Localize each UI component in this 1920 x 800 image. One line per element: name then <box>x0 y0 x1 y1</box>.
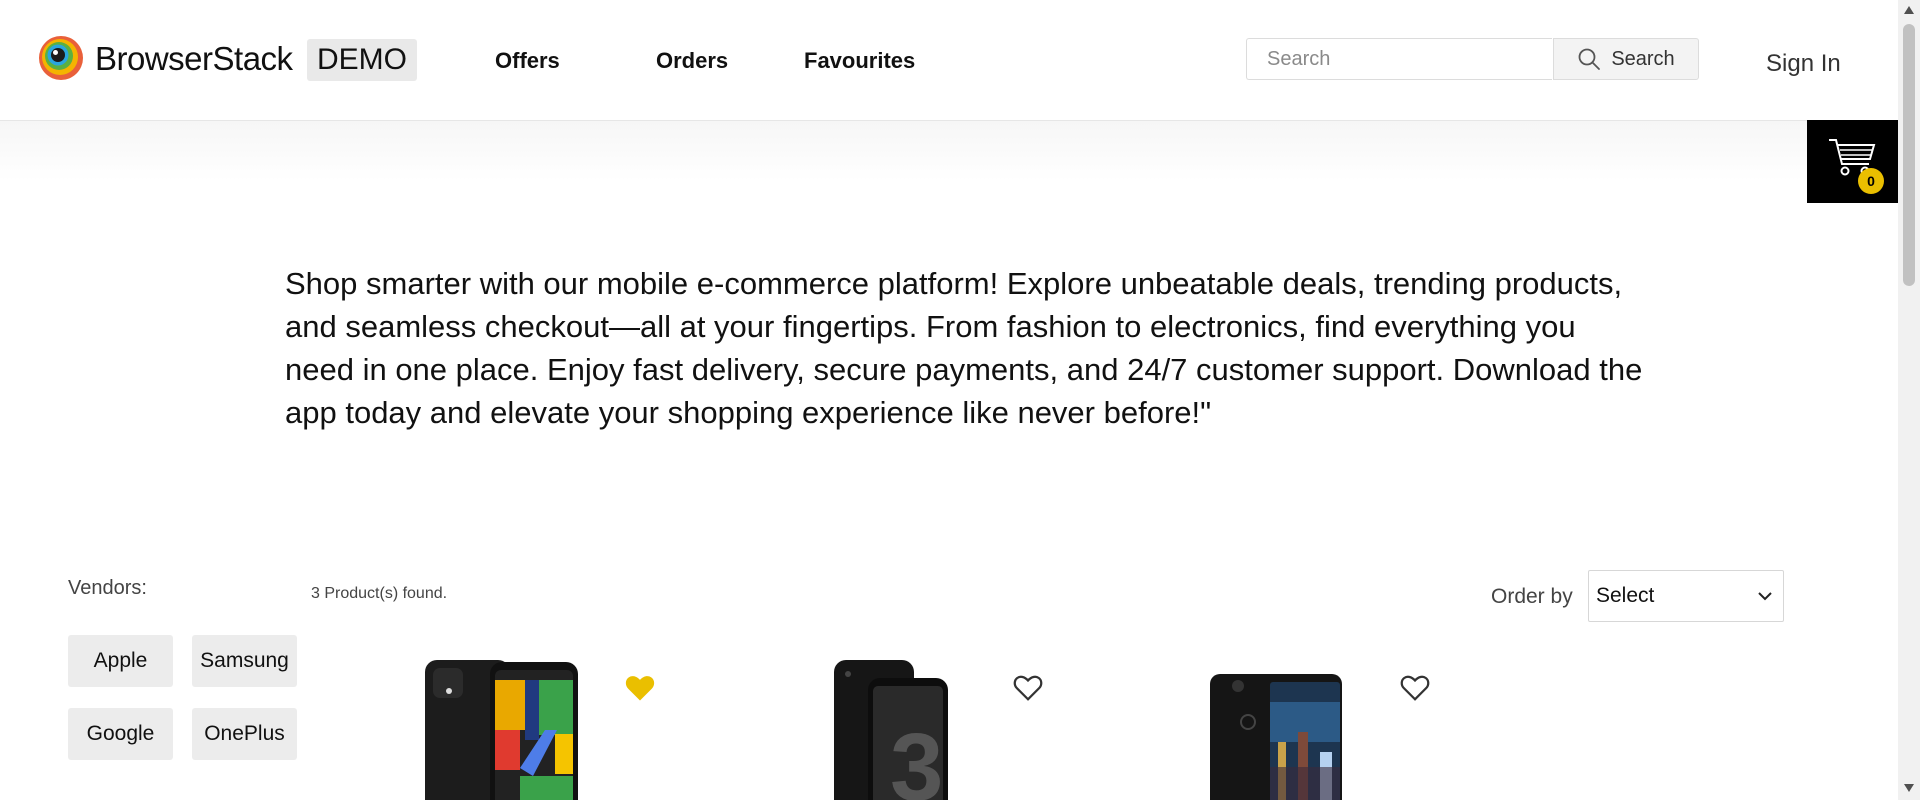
promo-banner-text: Shop smarter with our mobile e-commerce … <box>285 266 1643 430</box>
favourite-heart-icon[interactable] <box>1400 674 1430 702</box>
browserstack-logo-icon[interactable] <box>38 35 84 81</box>
order-by-label: Order by <box>1491 585 1573 608</box>
vendor-filter-apple[interactable]: Apple <box>68 635 173 687</box>
vendor-filter-samsung[interactable]: Samsung <box>192 635 297 687</box>
pixel-2-phone-image[interactable] <box>1208 672 1348 800</box>
search-button-label: Search <box>1611 47 1675 70</box>
search-button[interactable]: Search <box>1553 38 1699 80</box>
favourite-heart-icon-filled[interactable] <box>625 674 655 702</box>
chevron-down-icon <box>1758 592 1772 601</box>
order-by-select[interactable]: Select <box>1588 570 1784 622</box>
vendor-filter-google[interactable]: Google <box>68 708 173 760</box>
favourite-heart-icon[interactable] <box>1013 674 1043 702</box>
order-by-selected-value: Select <box>1596 584 1655 607</box>
search-input[interactable] <box>1246 38 1552 80</box>
products-found-count: 3 Product(s) found. <box>311 585 448 602</box>
scrollbar-thumb[interactable] <box>1903 24 1915 286</box>
demo-badge: DEMO <box>307 39 417 81</box>
brand-name[interactable]: BrowserStack <box>95 40 293 78</box>
cart-count-badge: 0 <box>1858 168 1884 194</box>
scroll-up-arrow-icon[interactable] <box>1904 6 1914 14</box>
vendor-filter-oneplus[interactable]: OnePlus <box>192 708 297 760</box>
top-navbar: BrowserStack DEMO Offers Orders Favourit… <box>0 0 1898 121</box>
vendors-label: Vendors: <box>68 577 147 599</box>
cart-button[interactable]: 0 <box>1807 120 1898 203</box>
pixel-4-phone-image[interactable] <box>425 658 580 800</box>
svg-text:3: 3 <box>890 714 943 800</box>
nav-favourites[interactable]: Favourites <box>804 48 915 74</box>
sign-in-link[interactable]: Sign In <box>1766 50 1841 78</box>
pixel-3-phone-image[interactable]: 3 <box>830 658 950 800</box>
search-icon <box>1578 48 1601 70</box>
nav-offers[interactable]: Offers <box>495 48 560 74</box>
banner-background <box>0 121 1898 181</box>
scroll-down-arrow-icon[interactable] <box>1904 784 1914 792</box>
page-scrollbar[interactable] <box>1898 0 1920 800</box>
nav-orders[interactable]: Orders <box>656 48 728 74</box>
